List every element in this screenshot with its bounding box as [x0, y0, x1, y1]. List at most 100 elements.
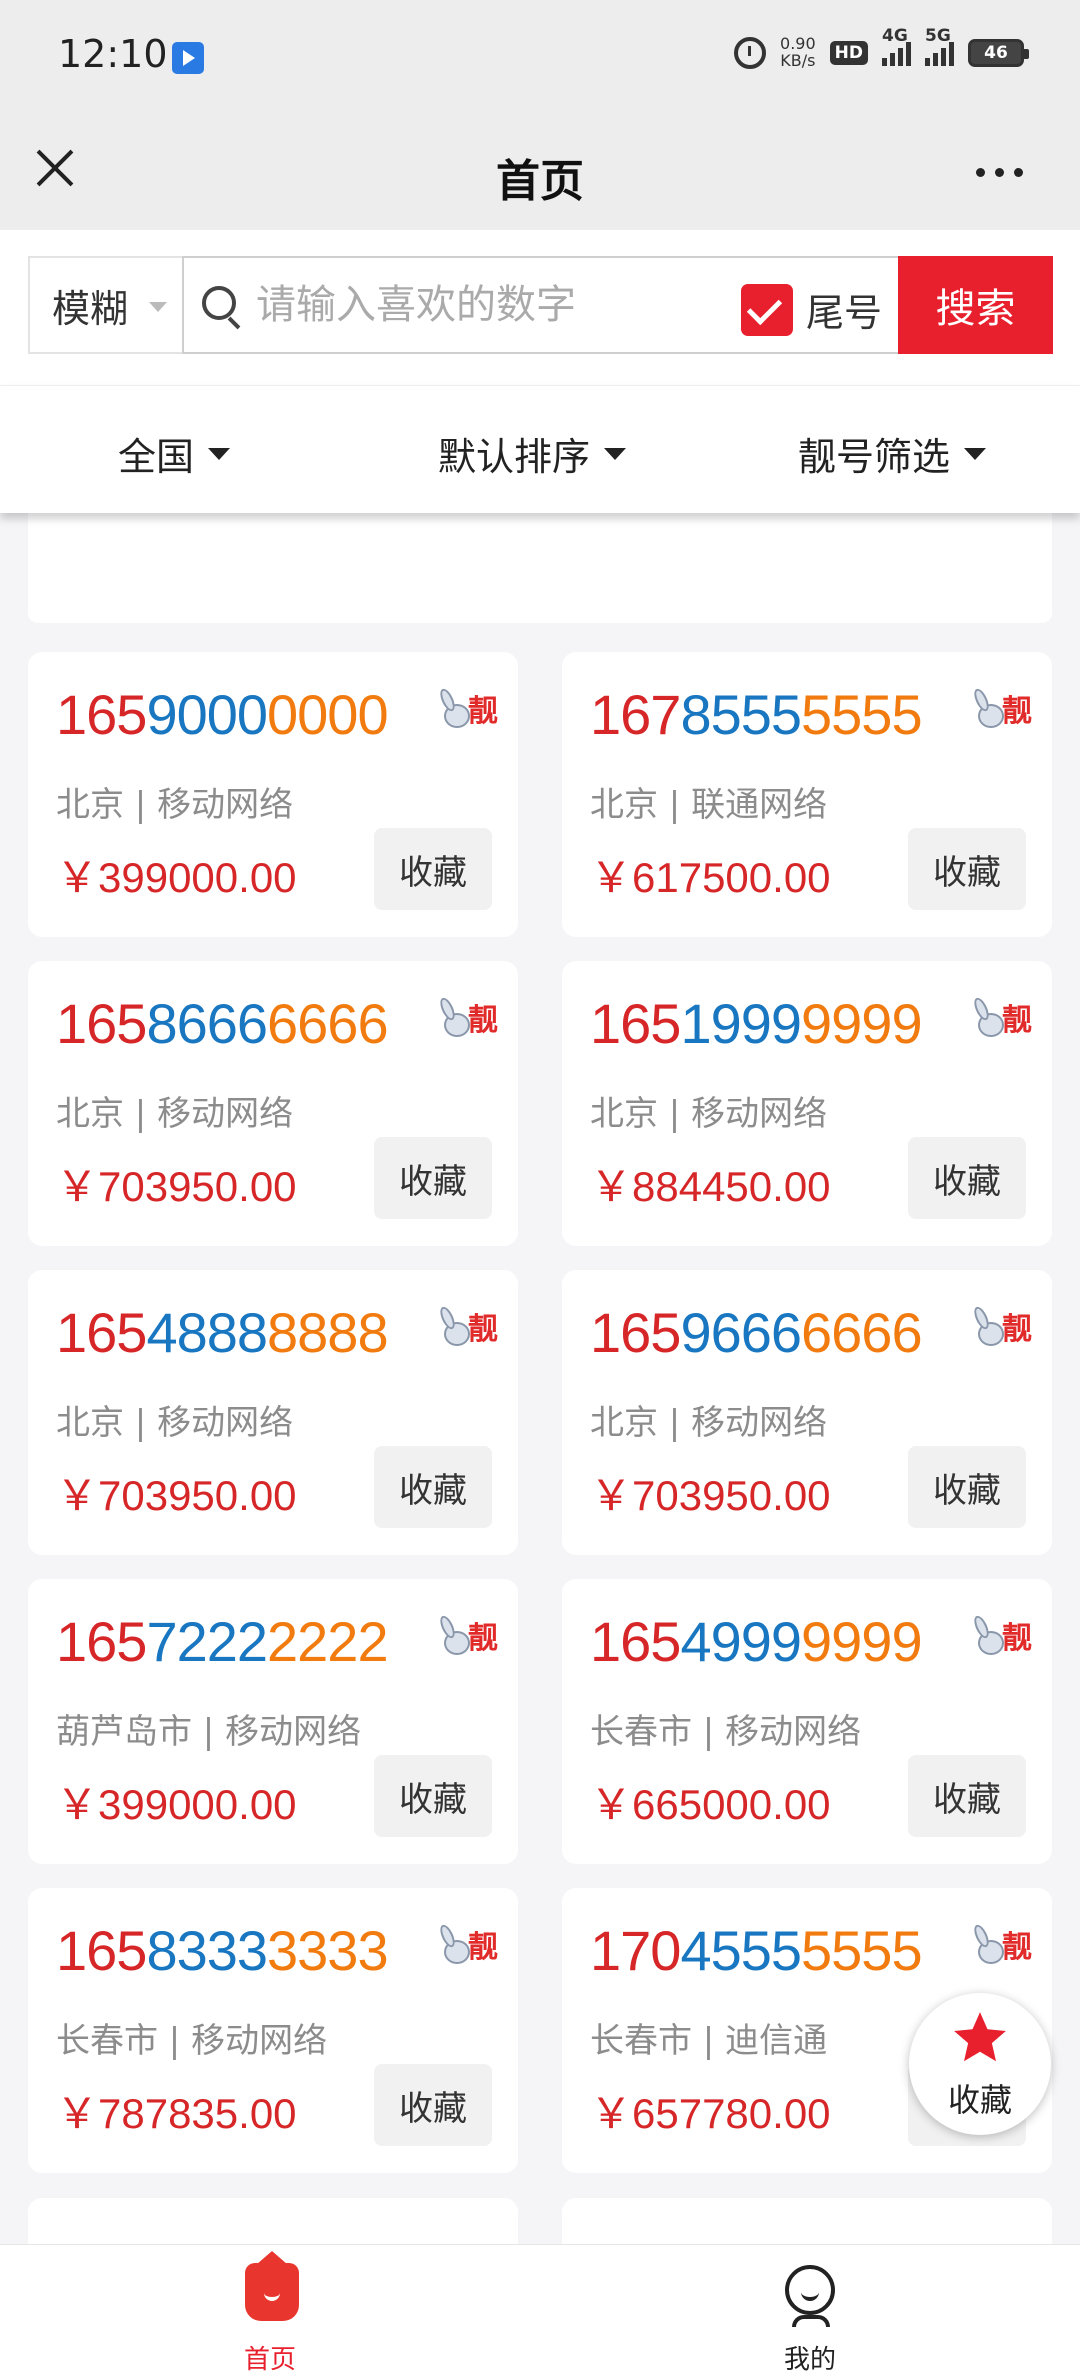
number-card[interactable]: 16590000000 靓北京 | 移动网络 ￥399000.00 收藏	[28, 652, 518, 937]
number-region: 长春市 | 移动网络	[56, 2021, 328, 2061]
badge-label: 靓	[468, 1312, 498, 1347]
number-card[interactable]: 16572222222 靓葫芦岛市 | 移动网络 ￥399000.00 收藏	[28, 1579, 518, 1864]
rabbit-icon	[430, 997, 470, 1037]
number-prefix: 165	[56, 1610, 147, 1673]
phone-number: 16785555555	[590, 682, 923, 747]
caret-down-icon	[964, 447, 987, 460]
favorite-button[interactable]: 收藏	[908, 1446, 1026, 1528]
favorite-button[interactable]: 收藏	[374, 828, 492, 910]
rabbit-icon	[964, 688, 1004, 728]
tail-number-label[interactable]: 尾号	[806, 282, 882, 337]
favorite-button[interactable]: 收藏	[374, 2064, 492, 2146]
number-suffix: 6666	[801, 1301, 923, 1364]
number-price: ￥399000.00	[56, 854, 297, 901]
caret-down-icon	[604, 447, 627, 460]
phone-number: 16549999999	[590, 1609, 923, 1674]
title-bar: 首页	[0, 115, 1080, 230]
number-region: 北京 | 移动网络	[56, 1094, 294, 1134]
hd-icon: HD	[829, 40, 868, 65]
favorite-button[interactable]: 收藏	[374, 1755, 492, 1837]
tab-mine[interactable]: 我的	[730, 2245, 890, 2376]
favorite-button[interactable]: 收藏	[908, 1755, 1026, 1837]
phone-number: 16583333333	[56, 1918, 389, 1983]
rabbit-icon	[430, 1306, 470, 1346]
phone-number: 16519999999	[590, 991, 923, 1056]
filter-sort-label: 默认排序	[438, 435, 591, 479]
pretty-number-badge: 靓	[430, 1613, 498, 1657]
number-prefix: 165	[56, 683, 147, 746]
pretty-number-badge: 靓	[964, 686, 1032, 730]
bottom-tab-bar: 首页 我的	[0, 2244, 1080, 2376]
status-bar: 12:10 0.90 KB/s HD 4G 5G 46	[0, 0, 1080, 115]
number-suffix: 9999	[801, 1610, 923, 1673]
number-price: ￥787835.00	[56, 2090, 297, 2137]
alarm-icon	[734, 36, 767, 69]
search-icon	[202, 286, 236, 320]
number-region: 葫芦岛市 | 移动网络	[56, 1712, 362, 1752]
pretty-number-badge: 靓	[964, 995, 1032, 1039]
badge-label: 靓	[1002, 1930, 1032, 1965]
number-card[interactable]: 16549999999 靓长春市 | 移动网络 ￥665000.00 收藏	[562, 1579, 1052, 1864]
banner-card	[28, 500, 1052, 623]
number-middle: 4888	[146, 1301, 268, 1364]
filter-pretty-number-label: 靓号筛选	[798, 435, 951, 479]
search-box: 尾号	[182, 256, 902, 354]
more-options-icon[interactable]	[976, 157, 1032, 187]
number-suffix: 3333	[267, 1919, 389, 1982]
favorite-button[interactable]: 收藏	[374, 1137, 492, 1219]
rabbit-icon	[964, 1615, 1004, 1655]
filter-pretty-number[interactable]: 靓号筛选	[798, 426, 987, 481]
number-card[interactable]: 16586666666 靓北京 | 移动网络 ￥703950.00 收藏	[28, 961, 518, 1246]
number-price: ￥665000.00	[590, 1781, 831, 1828]
chevron-down-icon	[149, 302, 167, 312]
number-suffix: 9999	[801, 992, 923, 1055]
tab-home[interactable]: 首页	[190, 2245, 350, 2376]
number-price: ￥617500.00	[590, 854, 831, 901]
floating-favorites-button[interactable]: 收藏	[909, 1993, 1051, 2135]
number-card[interactable]: 16596666666 靓北京 | 移动网络 ￥703950.00 收藏	[562, 1270, 1052, 1555]
search-area: 模糊 尾号 搜索	[0, 230, 1080, 385]
star-icon	[954, 2012, 1006, 2062]
number-region: 北京 | 移动网络	[590, 1094, 828, 1134]
badge-label: 靓	[1002, 694, 1032, 729]
favorite-button[interactable]: 收藏	[908, 828, 1026, 910]
favorite-button[interactable]: 收藏	[908, 1137, 1026, 1219]
tail-number-checkbox[interactable]	[741, 284, 793, 336]
number-middle: 4555	[680, 1919, 802, 1982]
number-middle: 8666	[146, 992, 268, 1055]
phone-number: 16590000000	[56, 682, 389, 747]
number-price: ￥703950.00	[56, 1472, 297, 1519]
favorite-button[interactable]: 收藏	[374, 1446, 492, 1528]
search-input[interactable]	[256, 272, 696, 338]
status-icons: 0.90 KB/s HD 4G 5G 46	[734, 26, 1029, 70]
badge-label: 靓	[468, 1930, 498, 1965]
number-card[interactable]: 16785555555 靓北京 | 联通网络 ￥617500.00 收藏	[562, 652, 1052, 937]
number-card[interactable]: 16583333333 靓长春市 | 移动网络 ￥787835.00 收藏	[28, 1888, 518, 2173]
number-card[interactable]: 16548888888 靓北京 | 移动网络 ￥703950.00 收藏	[28, 1270, 518, 1555]
phone-number: 17045555555	[590, 1918, 923, 1983]
badge-label: 靓	[468, 1621, 498, 1656]
floating-favorites-label: 收藏	[947, 2081, 1012, 2119]
rabbit-icon	[964, 997, 1004, 1037]
app-notification-icon	[172, 42, 204, 74]
number-suffix: 8888	[267, 1301, 389, 1364]
number-region: 北京 | 移动网络	[590, 1403, 828, 1443]
number-card[interactable]: 16519999999 靓北京 | 移动网络 ￥884450.00 收藏	[562, 961, 1052, 1246]
pretty-number-badge: 靓	[964, 1613, 1032, 1657]
number-middle: 1999	[680, 992, 802, 1055]
number-region: 长春市 | 迪信通	[590, 2021, 828, 2061]
rabbit-icon	[430, 1615, 470, 1655]
number-suffix: 2222	[267, 1610, 389, 1673]
filter-sort[interactable]: 默认排序	[438, 426, 627, 481]
pretty-number-badge: 靓	[964, 1304, 1032, 1348]
network-4g-label: 4G	[882, 25, 908, 46]
filter-region[interactable]: 全国	[118, 426, 231, 481]
number-price: ￥884450.00	[590, 1163, 831, 1210]
number-price: ￥657780.00	[590, 2090, 831, 2137]
search-button[interactable]: 搜索	[898, 256, 1053, 354]
pretty-number-badge: 靓	[430, 995, 498, 1039]
badge-label: 靓	[1002, 1003, 1032, 1038]
status-time: 12:10	[58, 32, 168, 76]
match-mode-select[interactable]: 模糊	[28, 256, 183, 354]
network-5g-label: 5G	[925, 25, 951, 46]
